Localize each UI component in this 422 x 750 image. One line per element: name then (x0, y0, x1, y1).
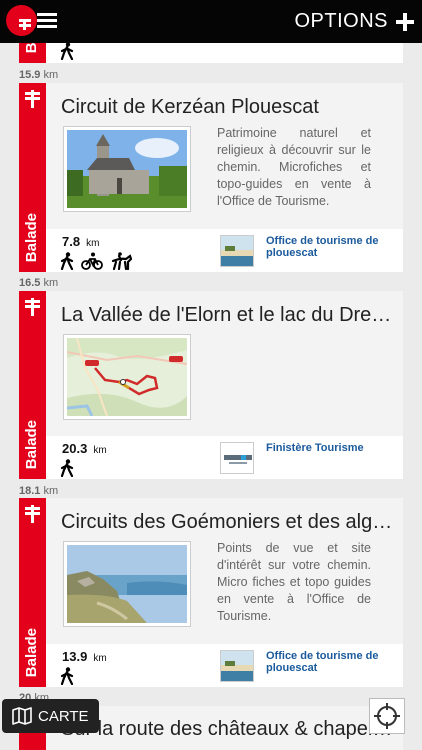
map-view-button[interactable]: CARTE (2, 699, 99, 733)
horse-riding-icon (111, 252, 132, 270)
card-map-preview[interactable] (63, 334, 191, 420)
card-title[interactable]: Circuits des Goémoniers et des algues (61, 511, 396, 534)
distance-label: 18.1 km (19, 485, 59, 497)
result-card[interactable]: Balade La Vallée de l'Elorn et le lac du… (19, 291, 403, 479)
type-label: Balade (23, 627, 40, 677)
walking-icon (60, 667, 74, 685)
trail-length: 7.8 km (62, 234, 100, 249)
signpost-icon (25, 505, 40, 523)
signpost-icon (25, 90, 40, 108)
type-band: Balade (19, 291, 46, 479)
provider-link[interactable]: Finistère Tourisme (266, 442, 406, 454)
type-label: Balade (23, 419, 40, 469)
activity-icons (60, 667, 74, 685)
trail-length: 20.3 km (62, 441, 107, 456)
provider-logo (220, 650, 254, 682)
provider-logo (220, 235, 254, 267)
card-photo[interactable] (63, 541, 191, 627)
plus-icon (396, 12, 414, 31)
card-title[interactable]: La Vallée de l'Elorn et le lac du Drenne… (61, 304, 396, 327)
card-body: Circuits des Goémoniers et des algues Po… (46, 498, 403, 644)
menu-icon[interactable] (37, 13, 57, 29)
card-title[interactable]: Circuit de Kerzéan Plouescat (61, 96, 396, 119)
card-description: Patrimoine naturel et religieux à découv… (217, 126, 371, 208)
type-label: Balade (23, 212, 40, 262)
walking-icon (60, 252, 74, 270)
crosshair-icon (374, 703, 400, 729)
locate-button[interactable] (369, 698, 405, 734)
walking-icon (60, 42, 74, 60)
card-body: Sur la route des châteaux & chapelles (46, 706, 403, 750)
distance-label: 16.5 km (19, 277, 59, 289)
map-view-label: CARTE (38, 707, 89, 725)
card-footer: 13.9 km Office de tourisme de plouescat (46, 644, 403, 687)
app-screen: Balade 15.9 km Balade Circuit de Kerzéan… (0, 0, 422, 750)
card-footer: 7.8 km Office de tourisme de plouescat (46, 229, 403, 272)
activity-icons (60, 459, 74, 477)
type-band: Balade (19, 498, 46, 687)
card-photo[interactable] (63, 126, 191, 212)
card-title[interactable]: Sur la route des châteaux & chapelles (61, 718, 396, 741)
card-body: Circuit de Kerzéan Plouescat Patrimoine … (46, 83, 403, 229)
card-footer: 20.3 km Finistère Tourisme (46, 436, 403, 479)
provider-link[interactable]: Office de tourisme de plouescat (266, 650, 406, 674)
type-band: Balade (19, 83, 46, 272)
options-label: OPTIONS (294, 10, 388, 32)
card-description: Points de vue et site d'intérêt sur votr… (217, 541, 371, 623)
card-body: La Vallée de l'Elorn et le lac du Drenne… (46, 291, 403, 436)
result-card[interactable]: Balade Circuits des Goémoniers et des al… (19, 498, 403, 687)
options-button[interactable]: OPTIONS (294, 10, 414, 33)
map-icon (12, 707, 32, 725)
provider-logo (220, 442, 254, 474)
distance-label: 15.9 km (19, 69, 59, 81)
result-card[interactable]: Balade Circuit de Kerzéan Plouescat Patr… (19, 83, 403, 272)
app-logo-icon[interactable] (6, 5, 37, 36)
top-bar: OPTIONS (0, 0, 422, 43)
activity-icons (60, 252, 132, 270)
cycling-icon (81, 252, 103, 270)
signpost-icon (25, 298, 40, 316)
trail-length: 13.9 km (62, 649, 107, 664)
provider-link[interactable]: Office de tourisme de plouescat (266, 235, 406, 259)
walking-icon (60, 459, 74, 477)
